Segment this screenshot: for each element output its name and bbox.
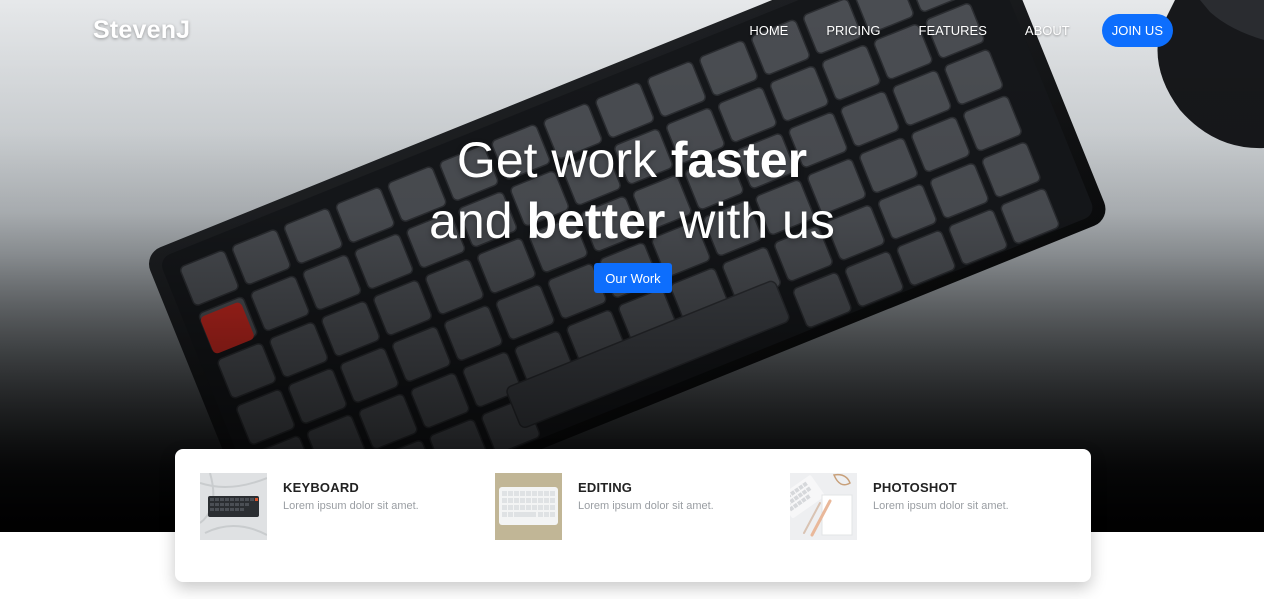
join-us-button[interactable]: JOIN US [1101, 14, 1173, 47]
feature-item-keyboard[interactable]: KEYBOARD Lorem ipsum dolor sit amet. [200, 473, 419, 540]
feature-description: Lorem ipsum dolor sit amet. [283, 500, 419, 512]
feature-description: Lorem ipsum dolor sit amet. [873, 500, 1009, 512]
feature-title: EDITING [578, 480, 633, 495]
landing-page: StevenJ HOME PRICING FEATURES ABOUT JOIN… [0, 0, 1264, 599]
headline-emphasis-better: better [526, 193, 666, 249]
headline-line1-text: Get work [456, 132, 671, 188]
photoshot-thumbnail [790, 473, 857, 540]
nav-about[interactable]: ABOUT [1025, 23, 1070, 38]
nav-home[interactable]: HOME [749, 23, 788, 38]
nav-features[interactable]: FEATURES [919, 23, 987, 38]
our-work-button[interactable]: Our Work [594, 263, 672, 293]
keyboard-thumbnail [200, 473, 267, 540]
feature-text-keyboard: KEYBOARD Lorem ipsum dolor sit amet. [283, 473, 419, 540]
headline-emphasis-faster: faster [670, 132, 808, 188]
feature-text-editing: EDITING Lorem ipsum dolor sit amet. [578, 473, 714, 540]
feature-title: PHOTOSHOT [873, 480, 957, 495]
headline-line2-end: with us [665, 193, 835, 249]
feature-description: Lorem ipsum dolor sit amet. [578, 500, 714, 512]
headline-line2-text: and [429, 193, 527, 249]
feature-text-photoshot: PHOTOSHOT Lorem ipsum dolor sit amet. [873, 473, 1009, 540]
feature-item-editing[interactable]: EDITING Lorem ipsum dolor sit amet. [495, 473, 714, 540]
feature-item-photoshot[interactable]: PHOTOSHOT Lorem ipsum dolor sit amet. [790, 473, 1009, 540]
hero-headline: Get work faster and better with us [0, 130, 1264, 252]
nav-pricing[interactable]: PRICING [826, 23, 880, 38]
features-card: KEYBOARD Lorem ipsum dolor sit amet. EDI… [175, 449, 1091, 582]
main-nav: HOME PRICING FEATURES ABOUT JOIN US [749, 14, 1173, 47]
editing-thumbnail [495, 473, 562, 540]
feature-title: KEYBOARD [283, 480, 359, 495]
brand-logo[interactable]: StevenJ [93, 16, 190, 45]
